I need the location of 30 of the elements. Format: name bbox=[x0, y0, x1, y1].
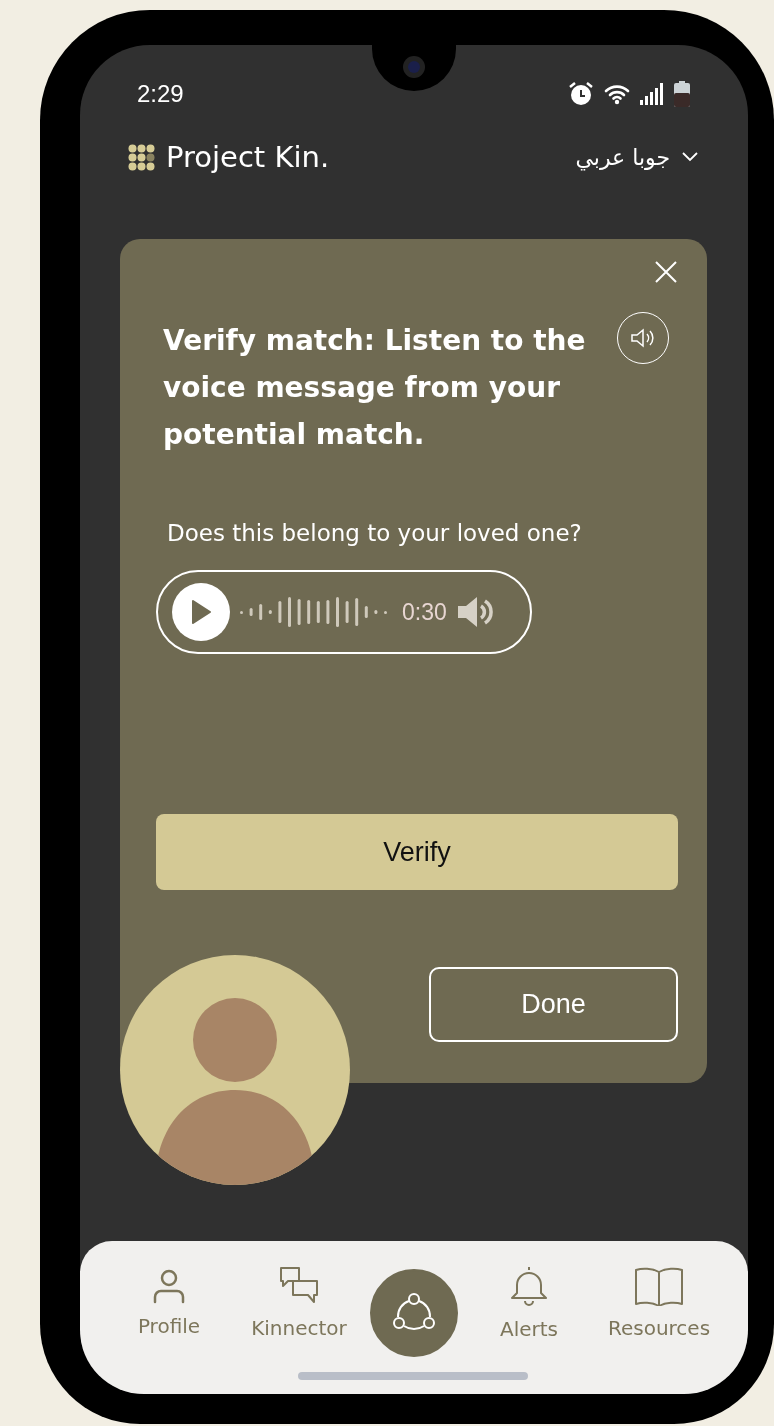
person-icon bbox=[152, 1267, 186, 1304]
nav-tab[interactable]: Resources bbox=[600, 1265, 718, 1340]
battery-icon bbox=[674, 81, 690, 107]
brand-name: Project Kin. bbox=[166, 140, 330, 174]
nav-tab[interactable]: Alerts bbox=[470, 1264, 588, 1341]
status-time: 2:29 bbox=[137, 80, 184, 108]
chat-bubbles-icon bbox=[279, 1265, 319, 1306]
logo-icon bbox=[128, 143, 155, 171]
question-text: Does this belong to your loved one? bbox=[167, 520, 583, 546]
play-icon bbox=[190, 599, 212, 625]
book-icon bbox=[634, 1265, 684, 1306]
alarm-icon bbox=[568, 81, 594, 107]
nav-tab[interactable]: Profile bbox=[110, 1267, 228, 1338]
camera-icon bbox=[402, 55, 426, 79]
verify-button[interactable]: Verify bbox=[156, 814, 678, 890]
network-icon bbox=[392, 1292, 436, 1333]
close-button[interactable] bbox=[653, 259, 679, 285]
bell-icon bbox=[509, 1264, 549, 1307]
signal-icon bbox=[640, 83, 664, 105]
done-button[interactable]: Done bbox=[429, 967, 678, 1042]
speaker-icon bbox=[630, 327, 656, 349]
wifi-icon bbox=[604, 83, 630, 105]
nav-tab[interactable]: Kinnector bbox=[240, 1265, 358, 1340]
language-selector[interactable]: جوبا عربي bbox=[575, 144, 698, 170]
play-button[interactable] bbox=[172, 583, 230, 641]
chevron-down-icon bbox=[682, 152, 698, 162]
audio-duration: 0:30 bbox=[402, 598, 447, 626]
close-icon bbox=[653, 259, 679, 285]
volume-icon bbox=[456, 596, 493, 628]
card-title: Verify match: Listen to the voice message from your potential match. bbox=[163, 323, 587, 453]
